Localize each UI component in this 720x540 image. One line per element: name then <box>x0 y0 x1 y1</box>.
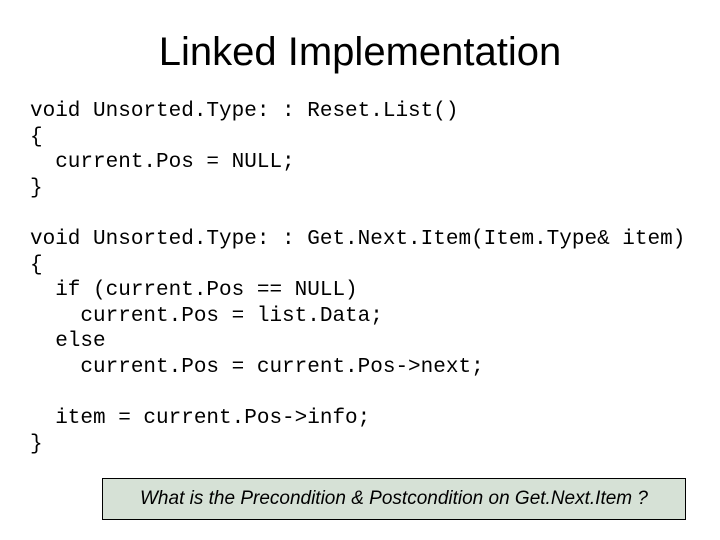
code-line: if (current.Pos == NULL) <box>30 279 358 302</box>
code-line: { <box>30 126 43 149</box>
code-line: } <box>30 177 43 200</box>
callout-question: What is the Precondition & Postcondition… <box>102 478 686 520</box>
code-block: void Unsorted.Type: : Reset.List() { cur… <box>30 99 690 458</box>
code-line: current.Pos = current.Pos->next; <box>30 356 484 379</box>
slide: Linked Implementation void Unsorted.Type… <box>0 0 720 540</box>
code-line: void Unsorted.Type: : Reset.List() <box>30 100 458 123</box>
slide-title: Linked Implementation <box>30 30 690 75</box>
code-line: current.Pos = list.Data; <box>30 305 383 328</box>
code-line: void Unsorted.Type: : Get.Next.Item(Item… <box>30 228 685 251</box>
code-line: } <box>30 433 43 456</box>
code-line: item = current.Pos->info; <box>30 407 370 430</box>
code-line: else <box>30 330 106 353</box>
code-line: { <box>30 254 43 277</box>
code-line: current.Pos = NULL; <box>30 151 295 174</box>
